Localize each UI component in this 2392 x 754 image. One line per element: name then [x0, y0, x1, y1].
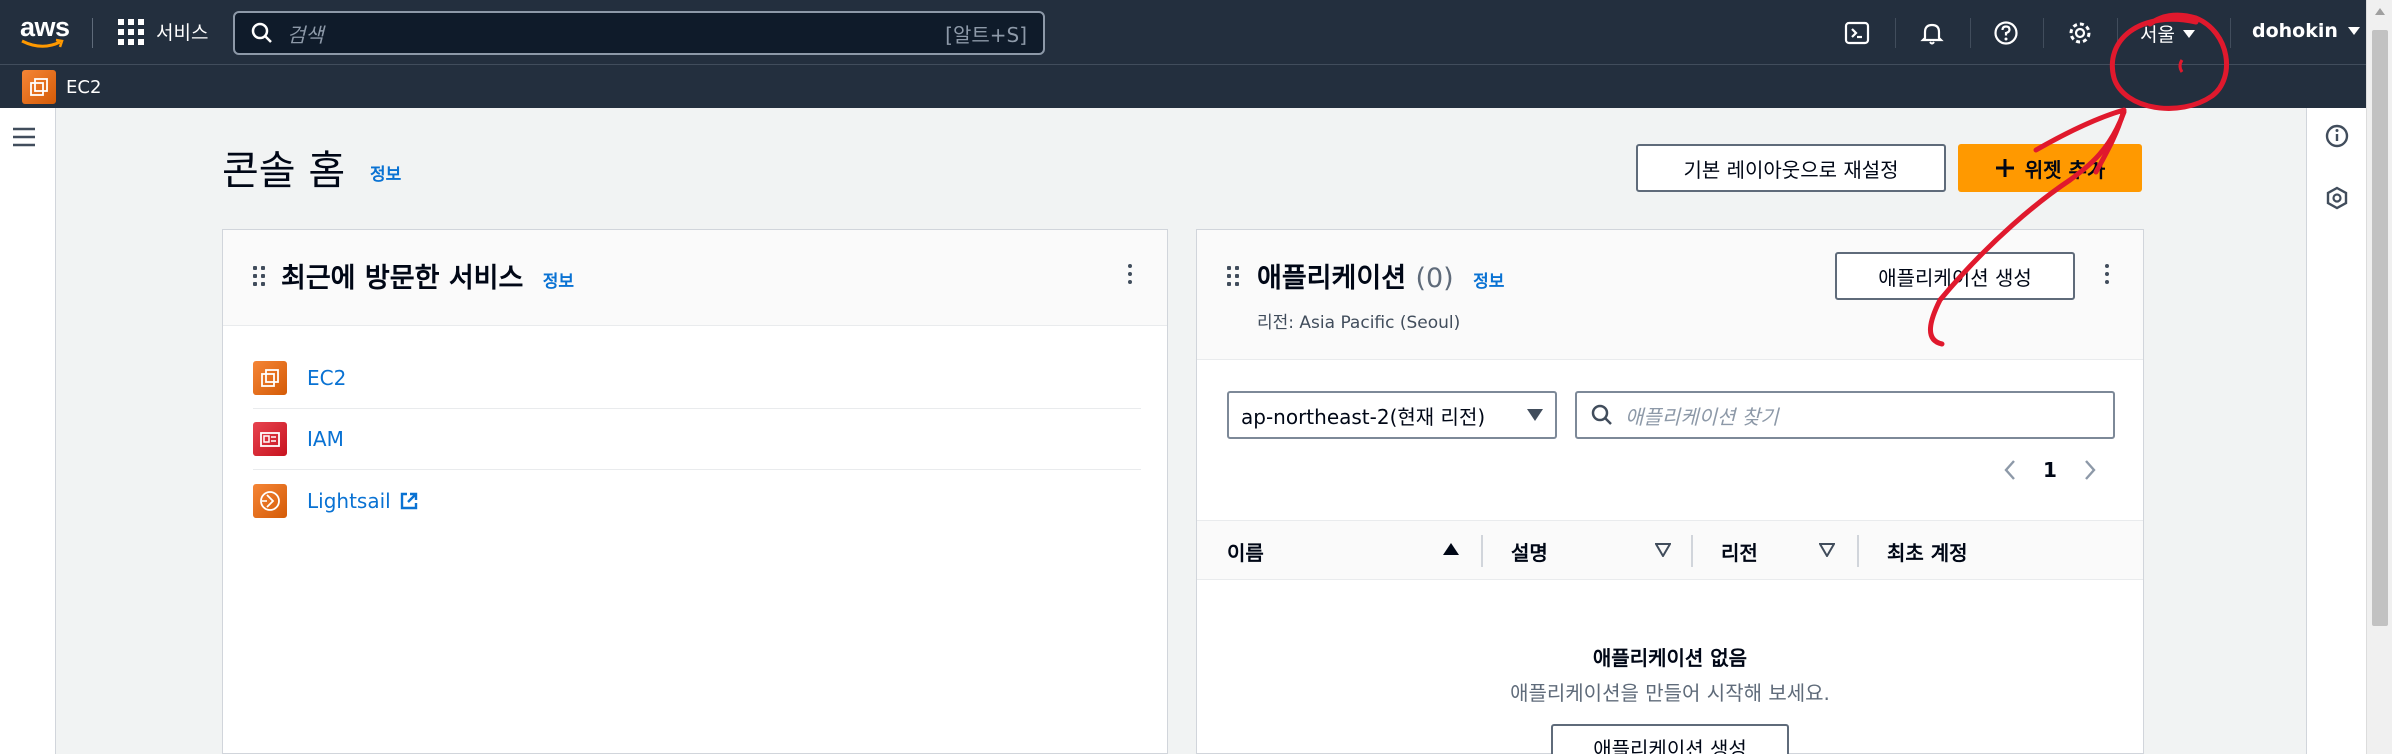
pagination: 1	[2003, 458, 2097, 482]
widget-title: 최근에 방문한 서비스 정보	[281, 263, 575, 294]
add-widget-label: 위젯 추가	[2024, 157, 2106, 182]
account-menu[interactable]: dohokin	[2252, 20, 2360, 42]
info-panel-icon[interactable]	[2325, 124, 2349, 148]
column-header-name[interactable]: 이름	[1227, 537, 1264, 566]
nav-divider	[2230, 18, 2231, 48]
region-label: 서울	[2140, 24, 2175, 46]
services-label: 서비스	[156, 22, 209, 44]
more-actions-icon[interactable]	[1128, 264, 1132, 284]
search-icon	[251, 22, 272, 43]
widget-header: 최근에 방문한 서비스 정보	[223, 230, 1167, 326]
page-title: 콘솔 홈	[222, 148, 346, 194]
widget-header: 애플리케이션 (0) 정보 리전: Asia Pacific (Seoul) 애…	[1197, 230, 2143, 360]
widget-info-link[interactable]: 정보	[543, 272, 574, 292]
recent-service-link[interactable]: EC2	[307, 366, 346, 390]
nav-divider	[92, 18, 93, 48]
recent-services-widget: 최근에 방문한 서비스 정보 EC2 IAM Lightsail	[222, 229, 1168, 754]
applications-widget: 애플리케이션 (0) 정보 리전: Asia Pacific (Seoul) 애…	[1196, 229, 2144, 754]
favorite-ec2[interactable]: EC2	[22, 70, 101, 104]
left-rail	[0, 108, 56, 754]
ec2-icon	[22, 70, 56, 104]
bell-icon[interactable]	[1917, 18, 1947, 48]
nav-divider	[2043, 18, 2044, 48]
applications-count: (0)	[1415, 263, 1454, 294]
column-header-region[interactable]: 리전	[1721, 537, 1758, 566]
search-shortcut: [알트+S]	[945, 22, 1027, 47]
empty-state-title: 애플리케이션 없음	[1592, 646, 1748, 670]
column-header-description[interactable]: 설명	[1511, 537, 1548, 566]
region-select-value: ap-northeast-2(현재 리전)	[1241, 404, 1486, 429]
list-item: EC2	[253, 348, 1141, 409]
list-item: IAM	[253, 409, 1141, 470]
caret-down-icon	[1527, 409, 1543, 421]
column-divider[interactable]	[1481, 535, 1483, 567]
region-selector[interactable]: 서울	[2140, 20, 2195, 47]
nav-divider	[1970, 18, 1971, 48]
applications-search-input[interactable]: 애플리케이션 찾기	[1575, 391, 2115, 439]
lightsail-icon	[253, 483, 287, 518]
recent-service-link[interactable]: IAM	[307, 427, 344, 451]
help-icon[interactable]	[1991, 18, 2021, 48]
scrollbar-thumb[interactable]	[2372, 30, 2388, 626]
recent-service-link[interactable]: Lightsail	[307, 489, 391, 513]
search-placeholder: 검색	[287, 22, 324, 47]
ec2-icon	[253, 361, 287, 395]
sort-icon[interactable]	[1819, 543, 1835, 557]
sort-ascending-icon[interactable]	[1443, 543, 1459, 555]
aws-logo[interactable]: aws	[20, 14, 70, 50]
search-placeholder: 애플리케이션 찾기	[1625, 404, 1779, 429]
drag-handle-icon[interactable]	[1227, 266, 1239, 286]
right-rail	[2306, 108, 2366, 754]
recent-services-list: EC2 IAM Lightsail	[253, 348, 1141, 531]
grid-icon	[118, 18, 144, 45]
search-input[interactable]: 검색 [알트+S]	[233, 11, 1045, 55]
widget-info-link[interactable]: 정보	[1473, 272, 1504, 292]
hamburger-menu-icon[interactable]	[12, 126, 36, 148]
chevron-right-icon[interactable]	[2083, 459, 2097, 481]
nav-divider	[2117, 18, 2118, 48]
top-navigation: aws 서비스 검색 [알트+S] 서울 dohokin	[0, 0, 2366, 64]
amazon-q-icon[interactable]	[2325, 186, 2349, 210]
plus-icon	[1995, 159, 2014, 177]
reset-layout-button[interactable]: 기본 레이아웃으로 재설정	[1636, 144, 1946, 192]
region-subtitle: 리전: Asia Pacific (Seoul)	[1257, 313, 1461, 333]
region-select[interactable]: ap-northeast-2(현재 리전)	[1227, 391, 1557, 439]
settings-icon[interactable]	[2065, 18, 2095, 48]
scroll-up-arrow-icon[interactable]	[2375, 8, 2385, 15]
page-info-link[interactable]: 정보	[370, 160, 401, 185]
favorites-bar: EC2	[0, 64, 2366, 108]
page-number[interactable]: 1	[2043, 458, 2057, 482]
services-menu-button[interactable]: 서비스	[118, 18, 208, 45]
list-item: Lightsail	[253, 470, 1141, 531]
aws-smile-icon	[21, 38, 64, 48]
column-header-account[interactable]: 최초 계정	[1887, 537, 1968, 566]
cloudshell-icon[interactable]	[1842, 18, 1872, 48]
external-link-icon	[400, 492, 417, 509]
create-application-button[interactable]: 애플리케이션 생성	[1835, 252, 2075, 300]
empty-create-application-button[interactable]: 애플리케이션 생성	[1551, 724, 1789, 754]
favorite-ec2-label: EC2	[66, 76, 102, 98]
table-header: 이름 설명 리전 최초 계정	[1197, 520, 2143, 580]
column-divider[interactable]	[1691, 535, 1693, 567]
search-icon	[1591, 404, 1612, 425]
iam-icon	[253, 422, 287, 456]
empty-state-description: 애플리케이션을 만들어 시작해 보세요.	[1510, 681, 1830, 705]
add-widget-button[interactable]: 위젯 추가	[1958, 144, 2142, 192]
page-scrollbar[interactable]	[2366, 0, 2392, 754]
nav-divider	[1895, 18, 1896, 48]
caret-down-icon	[2182, 29, 2195, 38]
username: dohokin	[2252, 20, 2338, 42]
caret-down-icon	[2347, 27, 2360, 35]
chevron-left-icon[interactable]	[2003, 459, 2017, 481]
column-divider[interactable]	[1857, 535, 1859, 567]
drag-handle-icon[interactable]	[253, 266, 265, 286]
sort-icon[interactable]	[1655, 543, 1671, 557]
widget-title: 애플리케이션 (0) 정보	[1257, 263, 1505, 294]
more-actions-icon[interactable]	[2105, 264, 2109, 284]
